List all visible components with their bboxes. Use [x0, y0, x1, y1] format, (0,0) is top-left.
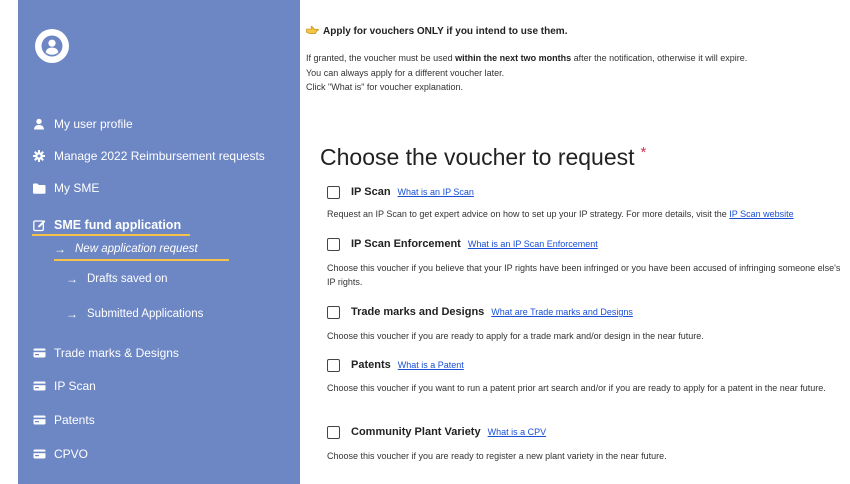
sidebar-item-label: CPVO: [54, 447, 89, 461]
sidebar-subitem-label: Submitted Applications: [87, 308, 204, 320]
pointing-hand-icon: [306, 25, 319, 38]
notice-line-3: Click "What is" for voucher explanation.: [306, 82, 463, 92]
what-is-link[interactable]: What is an IP Scan Enforcement: [468, 239, 598, 249]
notice-line-2: You can always apply for a different vou…: [306, 68, 505, 78]
sidebar-subitem-new-application-request[interactable]: → New application request: [54, 240, 229, 261]
notice-text: If granted, the voucher must be used: [306, 53, 453, 63]
arrow-right-icon: →: [66, 307, 78, 321]
voucher-option-trade-marks-designs[interactable]: Trade marks and Designs What are Trade m…: [327, 304, 633, 320]
arrow-right-icon: →: [54, 242, 66, 256]
page-title: Choose the voucher to request *: [320, 144, 646, 171]
checkbox[interactable]: [327, 425, 340, 439]
ip-scan-website-link[interactable]: IP Scan website: [729, 209, 793, 219]
notice-bold-text: within the next two months: [455, 53, 572, 63]
card-icon: [32, 413, 46, 427]
active-indicator: [54, 259, 229, 261]
description-text: Request an IP Scan to get expert advice …: [327, 209, 727, 219]
sidebar-item-label: My user profile: [54, 117, 133, 131]
voucher-name: Trade marks and Designs: [351, 306, 485, 318]
voucher-description: Choose this voucher if you want to run a…: [327, 383, 826, 393]
voucher-description: Choose this voucher if you are ready to …: [327, 451, 667, 461]
card-icon: [32, 379, 46, 393]
sidebar-item-my-user-profile[interactable]: My user profile: [32, 113, 133, 135]
what-is-link[interactable]: What is an IP Scan: [398, 187, 474, 197]
avatar-icon[interactable]: [35, 29, 69, 63]
voucher-description: Choose this voucher if you are ready to …: [327, 331, 704, 341]
edit-icon: [32, 218, 46, 232]
card-icon: [32, 346, 46, 360]
notice-title: Apply for vouchers ONLY if you intend to…: [306, 25, 567, 38]
sidebar-item-manage-reimbursement[interactable]: Manage 2022 Reimbursement requests: [32, 145, 265, 167]
voucher-name: IP Scan Enforcement: [351, 238, 461, 250]
page-title-text: Choose the voucher to request: [320, 144, 635, 170]
sidebar-item-label: IP Scan: [54, 379, 96, 393]
sidebar-item-label: Patents: [54, 413, 95, 427]
sidebar-item-ip-scan[interactable]: IP Scan: [32, 375, 96, 397]
voucher-description: Choose this voucher if you believe that …: [327, 263, 841, 287]
checkbox[interactable]: [327, 305, 340, 319]
notice-text: after the notification, otherwise it wil…: [573, 53, 748, 63]
sidebar-subitem-label: Drafts saved on: [87, 273, 168, 285]
what-is-link[interactable]: What is a Patent: [398, 360, 464, 370]
voucher-option-ip-scan-enforcement[interactable]: IP Scan Enforcement What is an IP Scan E…: [327, 236, 598, 252]
sidebar-item-patents[interactable]: Patents: [32, 409, 95, 431]
checkbox[interactable]: [327, 185, 340, 199]
sidebar-item-sme-fund-application[interactable]: SME fund application: [32, 214, 190, 236]
what-is-link[interactable]: What are Trade marks and Designs: [491, 307, 633, 317]
sidebar: My user profile Manage 2022 Reimbursemen…: [18, 0, 300, 484]
main-content: Apply for vouchers ONLY if you intend to…: [300, 0, 850, 484]
voucher-option-patents[interactable]: Patents What is a Patent: [327, 357, 464, 373]
gear-icon: [32, 149, 46, 163]
what-is-link[interactable]: What is a CPV: [488, 427, 547, 437]
folder-icon: [32, 181, 46, 195]
user-icon: [32, 117, 46, 131]
sidebar-subitem-submitted-applications[interactable]: → Submitted Applications: [66, 305, 203, 323]
checkbox[interactable]: [327, 237, 340, 251]
sidebar-subitem-label: New application request: [75, 243, 198, 255]
sidebar-item-cpvo[interactable]: CPVO: [32, 443, 88, 465]
voucher-name: IP Scan: [351, 186, 391, 198]
sidebar-item-my-sme[interactable]: My SME: [32, 177, 99, 199]
active-indicator: [32, 234, 190, 236]
voucher-option-ip-scan[interactable]: IP Scan What is an IP Scan: [327, 184, 474, 200]
voucher-name: Community Plant Variety: [351, 426, 481, 438]
card-icon: [32, 447, 46, 461]
notice-title-text: Apply for vouchers ONLY if you intend to…: [323, 26, 568, 37]
voucher-name: Patents: [351, 359, 391, 371]
required-mark: *: [640, 144, 647, 161]
sidebar-item-label: Manage 2022 Reimbursement requests: [54, 149, 265, 163]
sidebar-item-label: SME fund application: [54, 218, 182, 232]
voucher-description: Request an IP Scan to get expert advice …: [327, 207, 850, 221]
sidebar-item-label: My SME: [54, 181, 100, 195]
voucher-option-community-plant-variety[interactable]: Community Plant Variety What is a CPV: [327, 424, 546, 440]
sidebar-subitem-drafts-saved-on[interactable]: → Drafts saved on: [66, 270, 168, 288]
arrow-right-icon: →: [66, 272, 78, 286]
sidebar-item-label: Trade marks & Designs: [54, 346, 179, 360]
notice-line-1: If granted, the voucher must be used wit…: [306, 53, 747, 63]
sidebar-item-trade-marks-designs[interactable]: Trade marks & Designs: [32, 342, 179, 364]
checkbox[interactable]: [327, 358, 340, 372]
